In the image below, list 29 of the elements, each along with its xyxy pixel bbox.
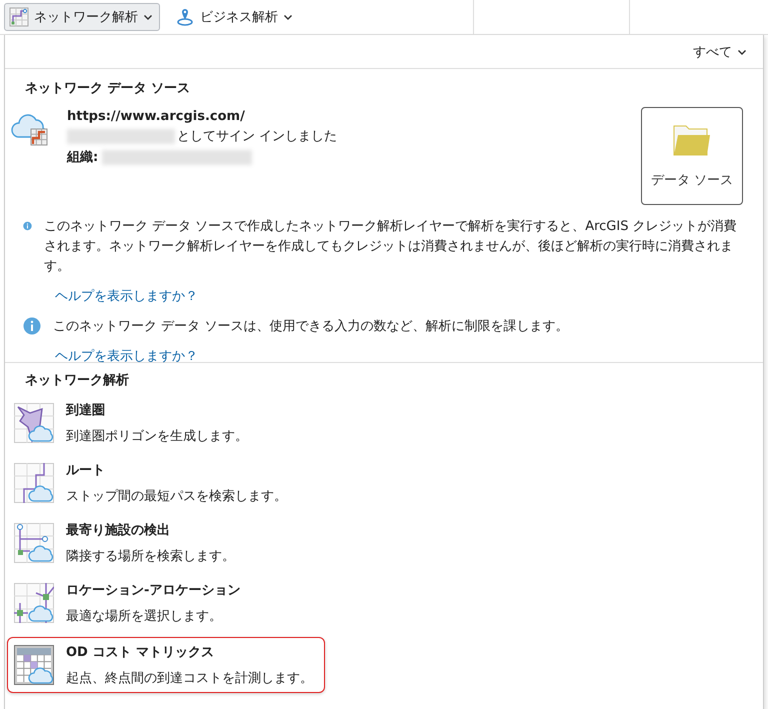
sign-in-text: としてサイン インしました [177, 128, 338, 145]
map-grid-icon [14, 583, 54, 623]
help-link[interactable]: ヘルプを表示しますか？ [55, 287, 198, 305]
menu-item[interactable]: ルート ストップ間の最短パスを検索します。 [7, 457, 325, 509]
organization-label: 組織: [67, 149, 98, 166]
menu-item[interactable]: ロケーション-アロケーション 最適な場所を選択します。 [7, 577, 325, 629]
map-grid-icon [14, 403, 54, 443]
network-grid-icon [9, 7, 29, 27]
toolbar-dropdown-button[interactable]: ビジネス解析 [170, 3, 300, 31]
section-title: ネットワーク解析 [25, 372, 130, 389]
portal-url: https://www.arcgis.com/ [67, 109, 246, 124]
filter-dropdown[interactable]: すべて [687, 42, 753, 62]
highlighted-menu-item[interactable]: OD コスト マトリックス 起点、終点間の到達コストを計測します。 [7, 637, 325, 693]
folder-icon [672, 123, 712, 157]
menu-item[interactable]: 到達圏 到達圏ポリゴンを生成します。 [7, 397, 325, 449]
section-title: ネットワーク データ ソース [25, 80, 192, 97]
help-link[interactable]: ヘルプを表示しますか？ [55, 347, 198, 365]
info-message: このネットワーク データ ソースで作成したネットワーク解析レイヤーで解析を実行すると、ArcGIS クレジットが消費されます。ネットワーク解析レイヤーを作成してもクレジットは消費されませんが、後ほど解析の実行時に消費されます。 [44, 218, 738, 276]
info-icon [23, 317, 41, 335]
map-grid-icon [14, 523, 54, 563]
chevron-down-icon [283, 12, 293, 22]
location-pin-icon [175, 7, 195, 27]
info-message: このネットワーク データ ソースは、使用できる入力の数など、解析に制限を課します。 [53, 318, 568, 336]
matrix-grid-icon [14, 645, 54, 685]
chevron-down-icon [143, 12, 153, 22]
toolbar-dropdown-button[interactable]: ネットワーク解析 [4, 3, 160, 31]
data-source-button[interactable]: データ ソース [641, 107, 743, 205]
menu-item[interactable]: 最寄り施設の検出 隣接する場所を検索します。 [7, 517, 325, 569]
map-grid-icon [14, 463, 54, 503]
